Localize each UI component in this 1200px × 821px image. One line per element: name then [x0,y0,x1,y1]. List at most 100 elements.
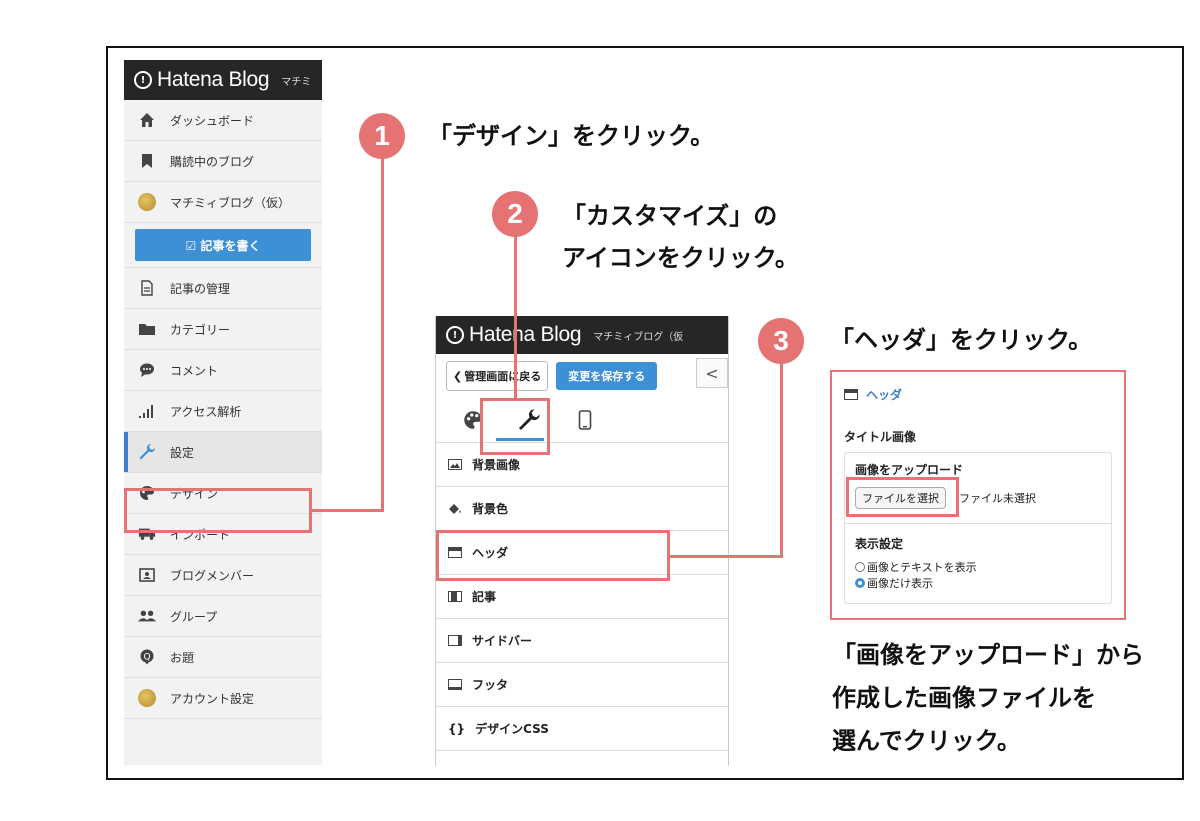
customize-item-bg-color[interactable]: 背景色 [436,487,728,531]
back-button-label: 管理画面に戻る [464,370,542,383]
save-changes-button[interactable]: 変更を保存する [556,362,658,390]
panel-title: ヘッダ [844,386,902,403]
member-icon [138,566,156,584]
item-label: 背景画像 [472,458,521,472]
sidebar-item-subscriptions[interactable]: 購読中のブログ [124,141,322,182]
step3-badge: 3 [758,318,804,364]
sidebar-item-dashboard[interactable]: ダッシュボード [124,100,322,141]
home-icon [138,111,156,129]
step1-connector-horizontal [310,509,384,512]
sidebar-item-analytics[interactable]: アクセス解析 [124,391,322,432]
sidebar-item-members[interactable]: ブログメンバー [124,555,322,596]
step1-connector-vertical [381,150,384,512]
step1-text: 「デザイン」をクリック。 [428,122,715,150]
avatar-icon [138,193,156,211]
radio-button-selected[interactable] [855,578,865,588]
hatena-logo-icon: ! [446,326,464,344]
note-line-2: 作成した画像ファイルを [832,684,1096,712]
blog-name[interactable]: マチミ [281,73,311,88]
customize-item-sidebar[interactable]: サイドバー [436,619,728,663]
sidebar-layout-icon [448,635,462,646]
step2-text-line1: 「カスタマイズ」の [562,202,778,230]
write-button-wrap: ☑ 記事を書く [124,223,322,268]
mobile-icon[interactable] [570,405,600,435]
customize-toolbar: ❮ 管理画面に戻る 変更を保存する < [436,354,728,398]
step2-text-line2: アイコンをクリック。 [562,244,799,272]
item-label: サイドバー [472,634,533,648]
folder-icon [138,320,156,338]
file-status: ファイル未選択 [959,492,1036,505]
step3-text: 「ヘッダ」をクリック。 [830,326,1093,354]
sidebar-item-account[interactable]: アカウント設定 [124,678,322,719]
sidebar-item-label: 記事の管理 [170,281,231,296]
display-setting-label: 表示設定 [855,537,904,551]
customize-item-css[interactable]: {} デザインCSS [436,707,728,751]
chart-icon [138,402,156,420]
sidebar-item-label: カテゴリー [170,322,231,337]
upload-instruction: 「画像をアップロード」から 作成した画像ファイルを 選んでクリック。 [832,634,1144,763]
item-label: フッタ [472,678,509,692]
title-image-settings: 画像をアップロード ファイルを選択 ファイル未選択 表示設定 画像とテキストを表… [844,452,1112,604]
sidebar-item-label: マチミィブログ（仮） [170,195,291,210]
image-icon [448,459,462,470]
customize-header: ! Hatena Blog マチミィブログ（仮 [436,316,728,354]
customize-item-article[interactable]: 記事 [436,575,728,619]
avatar-icon [138,689,156,707]
logo-text[interactable]: Hatena Blog [469,323,582,347]
sidebar-item-label: アカウント設定 [170,691,255,706]
blog-name[interactable]: マチミィブログ（仮 [593,328,683,343]
step3-connector-horizontal [668,555,783,558]
radio-image-and-text[interactable]: 画像とテキストを表示 [855,559,977,575]
back-to-admin-button[interactable]: ❮ 管理画面に戻る [446,361,549,391]
sidebar-item-topics[interactable]: Q お題 [124,637,322,678]
step3-connector-vertical [780,356,783,558]
collapse-panel-button[interactable]: < [696,358,728,388]
sidebar-item-articles[interactable]: 記事の管理 [124,268,322,309]
radio-button[interactable] [855,562,865,572]
sidebar-item-settings[interactable]: 設定 [124,432,322,473]
document-icon [138,279,156,297]
topic-icon: Q [138,648,156,666]
sidebar-item-categories[interactable]: カテゴリー [124,309,322,350]
group-icon [138,607,156,625]
radio-label: 画像とテキストを表示 [867,561,977,574]
note-line-1: 「画像をアップロード」から [832,641,1144,669]
item-label: デザインCSS [475,722,549,736]
highlight-customize-icon [480,398,550,455]
divider [845,523,1111,524]
sidebar-item-comments[interactable]: コメント [124,350,322,391]
upload-label: 画像をアップロード [855,463,964,477]
sidebar-item-blog[interactable]: マチミィブログ（仮） [124,182,322,223]
sidebar-item-label: 設定 [170,445,195,460]
write-article-button[interactable]: ☑ 記事を書く [135,229,311,261]
item-label: 背景色 [472,502,509,516]
sidebar-item-label: コメント [170,363,219,378]
highlight-design [124,488,312,533]
customize-item-footer[interactable]: フッタ [436,663,728,707]
header-layout-icon [844,389,858,400]
panel-title-label: ヘッダ [866,388,903,402]
sidebar-item-label: ダッシュボード [170,113,255,128]
title-image-label: タイトル画像 [844,430,917,444]
sidebar-item-label: グループ [170,609,218,624]
item-label: 記事 [472,590,497,604]
footer-layout-icon [448,679,462,690]
sidebar-item-groups[interactable]: グループ [124,596,322,637]
sidebar-item-label: ブログメンバー [170,568,255,583]
article-layout-icon [448,591,462,602]
code-icon: {} [448,721,466,736]
comment-icon [138,361,156,379]
step2-connector [514,218,517,400]
radio-image-only[interactable]: 画像だけ表示 [855,575,933,591]
logo-text[interactable]: Hatena Blog [157,68,270,92]
paint-bucket-icon [448,503,462,514]
note-line-3: 選んでクリック。 [832,727,1021,755]
chevron-left-icon: ❮ [453,369,463,383]
radio-label: 画像だけ表示 [867,577,933,590]
svg-text:Q: Q [143,653,150,663]
sidebar-item-label: アクセス解析 [170,404,242,419]
sidebar-header: ! Hatena Blog マチミ [124,60,322,100]
admin-sidebar: ! Hatena Blog マチミ ダッシュボード 購読中のブログ マチミィブロ… [124,60,322,765]
sidebar-item-label: お題 [170,650,195,665]
hatena-logo-icon: ! [134,71,152,89]
